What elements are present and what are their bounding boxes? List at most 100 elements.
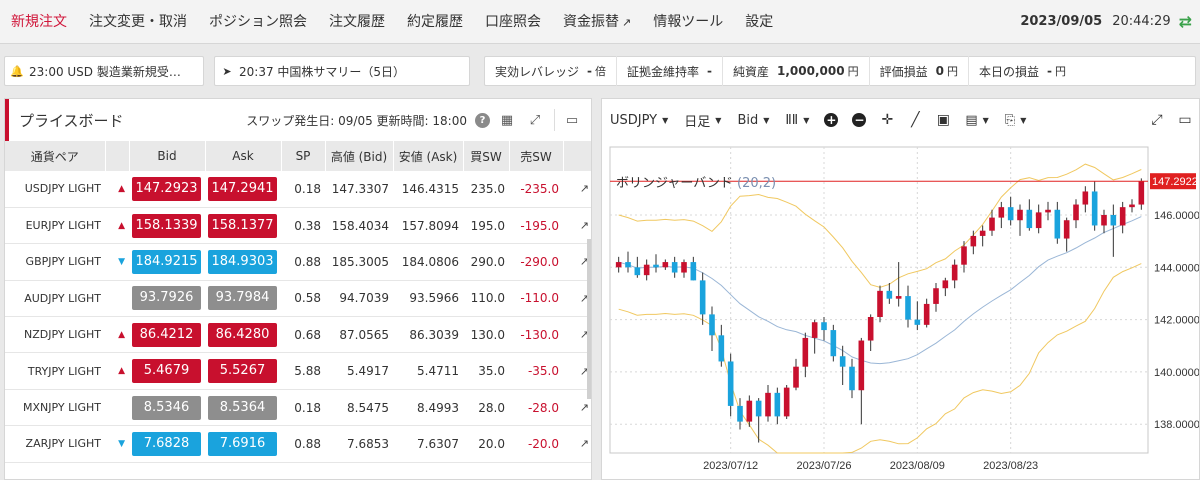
help-icon[interactable]: ? xyxy=(475,112,490,128)
price-type-select[interactable]: Bid ▼ xyxy=(729,113,777,128)
bid-cell[interactable]: 158.1339 xyxy=(129,207,205,245)
popout-window-icon[interactable]: ▭ xyxy=(561,113,583,128)
symbol-select[interactable]: USDJPY ▼ xyxy=(602,113,676,128)
ask-price[interactable]: 86.4280 xyxy=(208,322,277,347)
move-icon[interactable]: ✛ xyxy=(873,112,901,128)
ask-price[interactable]: 158.1377 xyxy=(208,213,277,238)
expand-icon[interactable]: ⤢ xyxy=(1143,112,1171,128)
bid-cell[interactable]: 86.4212 xyxy=(129,316,205,354)
board-scrollbar[interactable] xyxy=(587,239,591,399)
bid-price[interactable]: 184.9215 xyxy=(132,249,201,274)
bid-price[interactable]: 93.7926 xyxy=(132,286,201,311)
col-header-low[interactable]: 安値 (Ask) xyxy=(393,141,464,171)
draw-line-icon[interactable]: ╱ xyxy=(901,112,929,128)
table-row[interactable]: ZARJPY LIGHT ▼ 7.6828 7.6916 0.88 7.6853 7.630… xyxy=(5,425,591,463)
ask-price[interactable]: 184.9303 xyxy=(208,249,277,274)
low-ask: 7.6307 xyxy=(393,425,463,463)
col-header-ask[interactable]: Ask xyxy=(205,141,282,171)
table-row[interactable]: MXNJPY LIGHT 8.5346 8.5364 0.18 8.5475 8.4993… xyxy=(5,389,591,427)
currency-pair[interactable]: USDJPY LIGHT xyxy=(5,171,105,208)
currency-pair[interactable]: GBPJPY LIGHT xyxy=(5,243,105,281)
table-row[interactable]: USDJPY LIGHT ▲ 147.2923 147.2941 0.18 147.330… xyxy=(5,171,591,208)
buy-swap: 290.0 xyxy=(463,243,509,281)
currency-pair[interactable]: AUDJPY LIGHT xyxy=(5,280,105,318)
bid-cell[interactable]: 5.4679 xyxy=(129,352,205,390)
save-icon[interactable]: ▣ xyxy=(929,112,957,128)
ask-price[interactable]: 7.6916 xyxy=(208,431,277,456)
ask-cell[interactable]: 7.6916 xyxy=(205,425,281,463)
col-header-sell-swap[interactable]: 売SW xyxy=(509,141,564,171)
bid-cell[interactable]: 7.6828 xyxy=(129,425,205,463)
bid-cell[interactable]: 184.9215 xyxy=(129,243,205,281)
grid-view-icon[interactable]: ▦ xyxy=(496,113,518,128)
clipboard-select[interactable]: ⎘ ▼ xyxy=(997,113,1035,128)
bid-price[interactable]: 147.2923 xyxy=(132,176,201,201)
currency-pair[interactable]: NZDJPY LIGHT xyxy=(5,316,105,354)
x-tick-label: 2023/07/26 xyxy=(796,460,851,472)
ask-cell[interactable]: 184.9303 xyxy=(205,243,281,281)
table-row[interactable]: EURJPY LIGHT ▲ 158.1339 158.1377 0.38 158.403… xyxy=(5,207,591,245)
ask-price[interactable]: 93.7984 xyxy=(208,286,277,311)
currency-pair[interactable]: TRYJPY LIGHT xyxy=(5,352,105,390)
bid-cell[interactable]: 93.7926 xyxy=(129,280,205,318)
price-chart[interactable]: 138.0000 140.0000 142.0000 144.0000 146.0000… xyxy=(602,141,1199,479)
ask-price[interactable]: 8.5364 xyxy=(208,395,277,420)
col-header-bid[interactable]: Bid xyxy=(129,141,206,171)
clipboard-icon: ⎘ xyxy=(1004,112,1016,128)
bid-cell[interactable]: 8.5346 xyxy=(129,389,205,427)
stat-value: - xyxy=(1046,64,1052,78)
nav-new-order[interactable]: 新規注文 xyxy=(0,0,78,44)
ask-cell[interactable]: 147.2941 xyxy=(205,171,281,208)
low-ask: 8.4993 xyxy=(393,389,463,427)
bid-cell[interactable]: 147.2923 xyxy=(129,171,205,208)
col-header-buy-swap[interactable]: 買SW xyxy=(463,141,510,171)
col-header-high[interactable]: 高値 (Bid) xyxy=(325,141,394,171)
up-arrow-icon: ▲ xyxy=(105,207,129,245)
col-header-pair[interactable]: 通貨ペア xyxy=(5,141,106,171)
table-row[interactable]: TRYJPY LIGHT ▲ 5.4679 5.5267 5.88 5.4917 5.471… xyxy=(5,352,591,390)
bid-price[interactable]: 7.6828 xyxy=(132,431,201,456)
bid-price[interactable]: 5.4679 xyxy=(132,359,201,384)
expand-icon[interactable]: ⤢ xyxy=(524,113,546,128)
bid-price[interactable]: 8.5346 xyxy=(132,395,201,420)
bid-price[interactable]: 86.4212 xyxy=(132,322,201,347)
nav-modify-cancel[interactable]: 注文変更・取消 xyxy=(78,0,198,44)
nav-order-history[interactable]: 注文履歴 xyxy=(318,0,396,44)
y-tick-label: 144.0000 xyxy=(1154,262,1199,274)
nav-execution-history[interactable]: 約定履歴 xyxy=(396,0,474,44)
news-ticker-1[interactable]: 🔔 23:00 USD 製造業新規受… xyxy=(4,56,204,86)
nav-settings[interactable]: 設定 xyxy=(734,0,784,44)
ask-price[interactable]: 147.2941 xyxy=(208,176,277,201)
nav-positions[interactable]: ポジション照会 xyxy=(198,0,318,44)
trend-chart-icon[interactable]: ↗ xyxy=(563,171,591,208)
timeframe-select[interactable]: 日足 ▼ xyxy=(676,111,729,130)
ask-cell[interactable]: 8.5364 xyxy=(205,389,281,427)
trend-chart-icon[interactable]: ↗ xyxy=(563,425,591,463)
popout-window-icon[interactable]: ▭ xyxy=(1171,112,1199,128)
ask-cell[interactable]: 5.5267 xyxy=(205,352,281,390)
news-ticker-2[interactable]: ➤ 20:37 中国株サマリー（5日） xyxy=(214,56,470,86)
currency-pair[interactable]: MXNJPY LIGHT xyxy=(5,389,105,427)
nav-fund-transfer[interactable]: 資金振替 ↗ xyxy=(552,0,642,44)
ask-cell[interactable]: 86.4280 xyxy=(205,316,281,354)
nav-info-tools[interactable]: 情報ツール xyxy=(642,0,734,44)
currency-pair[interactable]: ZARJPY LIGHT xyxy=(5,425,105,463)
ask-cell[interactable]: 93.7984 xyxy=(205,280,281,318)
col-header-spread[interactable]: SP xyxy=(281,141,326,171)
bid-price[interactable]: 158.1339 xyxy=(132,213,201,238)
symbol-label: USDJPY xyxy=(610,112,658,128)
chart-type-select[interactable]: ⅡⅡ ▼ xyxy=(777,113,817,128)
table-row[interactable]: NZDJPY LIGHT ▲ 86.4212 86.4280 0.68 87.0565 86… xyxy=(5,316,591,354)
indicator-select[interactable]: ▤ ▼ xyxy=(957,113,996,128)
ask-cell[interactable]: 158.1377 xyxy=(205,207,281,245)
currency-pair[interactable]: EURJPY LIGHT xyxy=(5,207,105,245)
table-row[interactable]: AUDJPY LIGHT 93.7926 93.7984 0.58 94.7039 93.… xyxy=(5,280,591,318)
zoom-in-icon[interactable]: + xyxy=(817,112,845,128)
nav-account[interactable]: 口座照会 xyxy=(474,0,552,44)
candle-body xyxy=(1129,204,1135,208)
zoom-out-icon[interactable]: − xyxy=(845,112,873,128)
sync-arrows-icon[interactable]: ⇄ xyxy=(1179,12,1192,31)
sell-swap: -110.0 xyxy=(509,280,563,318)
ask-price[interactable]: 5.5267 xyxy=(208,359,277,384)
table-row[interactable]: GBPJPY LIGHT ▼ 184.9215 184.9303 0.88 185.300… xyxy=(5,243,591,281)
